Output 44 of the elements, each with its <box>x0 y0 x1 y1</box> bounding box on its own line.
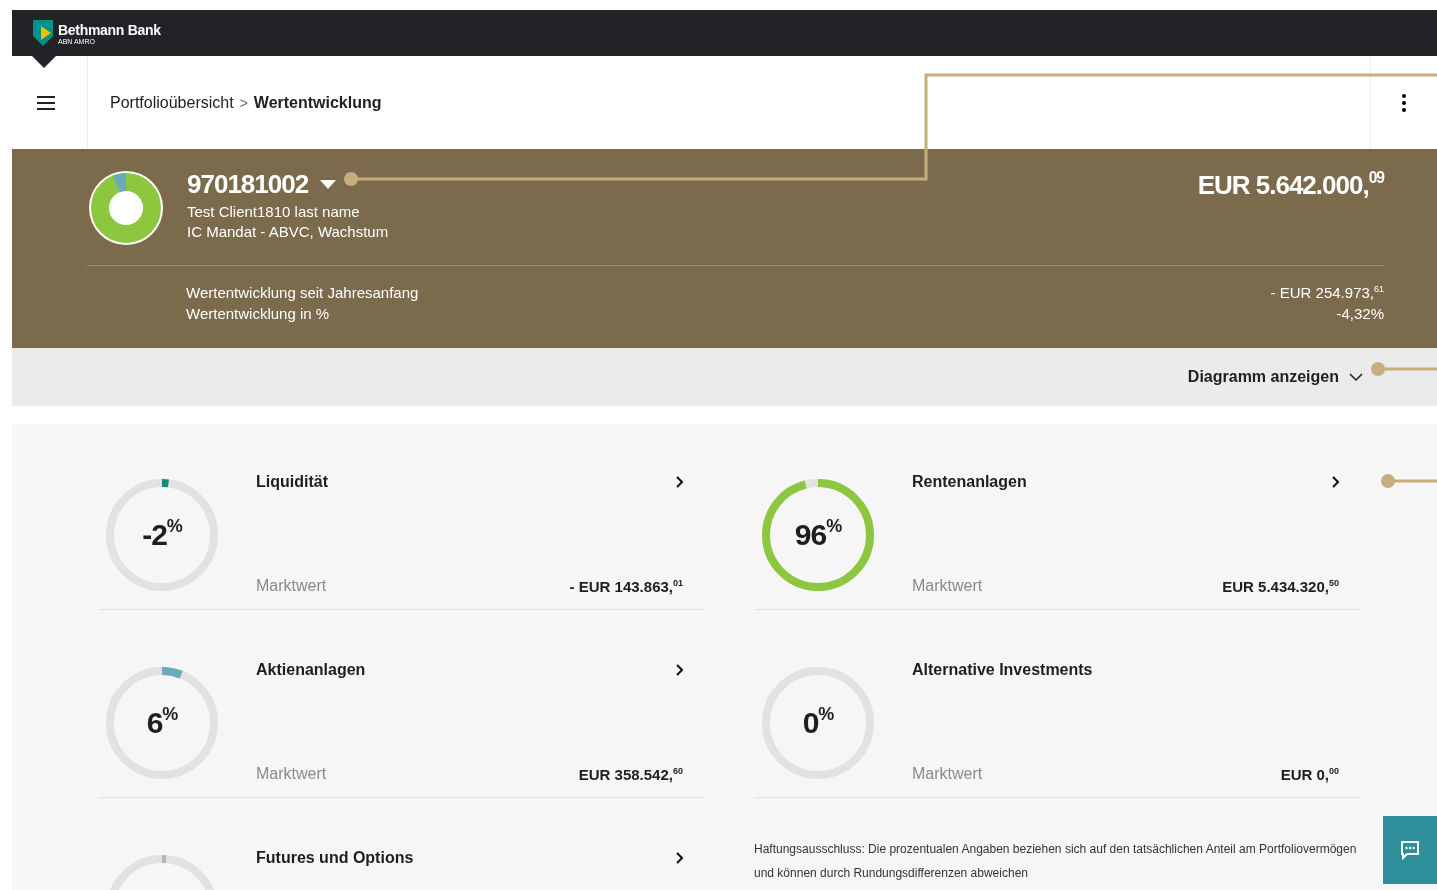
chat-icon[interactable] <box>1400 840 1420 860</box>
market-value-label: Marktwert <box>256 577 327 595</box>
percent-value: 6$^{%}$ <box>146 706 178 740</box>
account-number: 970181002 <box>187 169 309 200</box>
logo-icon <box>33 20 53 46</box>
performance-value: - EUR 254.973,$^{61}$ <box>1270 284 1384 301</box>
market-value: - EUR 143.863,$^{01}$ <box>569 577 683 595</box>
category-title: Liquidität <box>256 473 328 491</box>
total-value: EUR 5.642.000,$^{09}$ <box>1197 170 1384 201</box>
mandate-name: IC Mandat - ABVC, Wachstum <box>187 223 390 240</box>
category-title: Alternative Investments <box>912 661 1093 679</box>
performance-label: Wertentwicklung seit Jahresanfang <box>186 284 419 301</box>
market-value-label: Marktwert <box>256 765 327 783</box>
chat-button[interactable] <box>1383 816 1437 884</box>
market-value-label: Marktwert <box>912 765 983 783</box>
market-value-label: Marktwert <box>912 577 983 595</box>
leader-line <box>1371 362 1437 376</box>
chevron-icon[interactable] <box>1331 476 1339 488</box>
chevron-icon[interactable] <box>675 476 683 488</box>
market-value: EUR 5.434.320,$^{50}$ <box>1222 577 1339 595</box>
chevron-icon[interactable] <box>675 852 683 864</box>
category-title: Futures und Options <box>256 849 414 867</box>
percent-value: 96$^{%}$ <box>794 518 842 552</box>
performance-label: Wertentwicklung in % <box>186 305 330 322</box>
percent-value: 0$^{%}$ <box>802 706 834 740</box>
chevron-down-icon[interactable] <box>1349 373 1363 381</box>
category-title: Rentenanlagen <box>912 473 1027 491</box>
show-chart-button[interactable]: Diagramm anzeigen <box>1187 368 1363 386</box>
brand-name: Bethmann Bank <box>58 21 161 38</box>
category-title: Aktienanlagen <box>256 661 366 679</box>
percent-value: -2$^{%}$ <box>142 518 182 552</box>
leader-line <box>1381 474 1437 488</box>
market-value: EUR 358.542,$^{60}$ <box>578 765 683 783</box>
disclaimer-text: Haftungsausschluss: Die prozentualen Angaben beziehen sich auf den tatsächlichen Anteil am Portfoliovermögen und können durch Rundungsdifferenzen abweichen <box>754 841 1358 882</box>
performance-value: -4,32% <box>1336 305 1384 322</box>
breadcrumb-link[interactable]: Wertentwicklung <box>253 93 382 112</box>
more-icon[interactable] <box>1402 93 1406 112</box>
breadcrumb-link[interactable]: Portfolioübersicht <box>110 93 234 112</box>
client-name: Test Client1810 last name <box>187 203 361 220</box>
chevron-icon[interactable] <box>675 664 683 676</box>
menu-icon[interactable] <box>35 94 56 111</box>
breadcrumb-separator: > <box>239 94 248 111</box>
dropdown-caret-icon[interactable] <box>320 180 337 189</box>
market-value: EUR 0,$^{00}$ <box>1280 765 1339 783</box>
